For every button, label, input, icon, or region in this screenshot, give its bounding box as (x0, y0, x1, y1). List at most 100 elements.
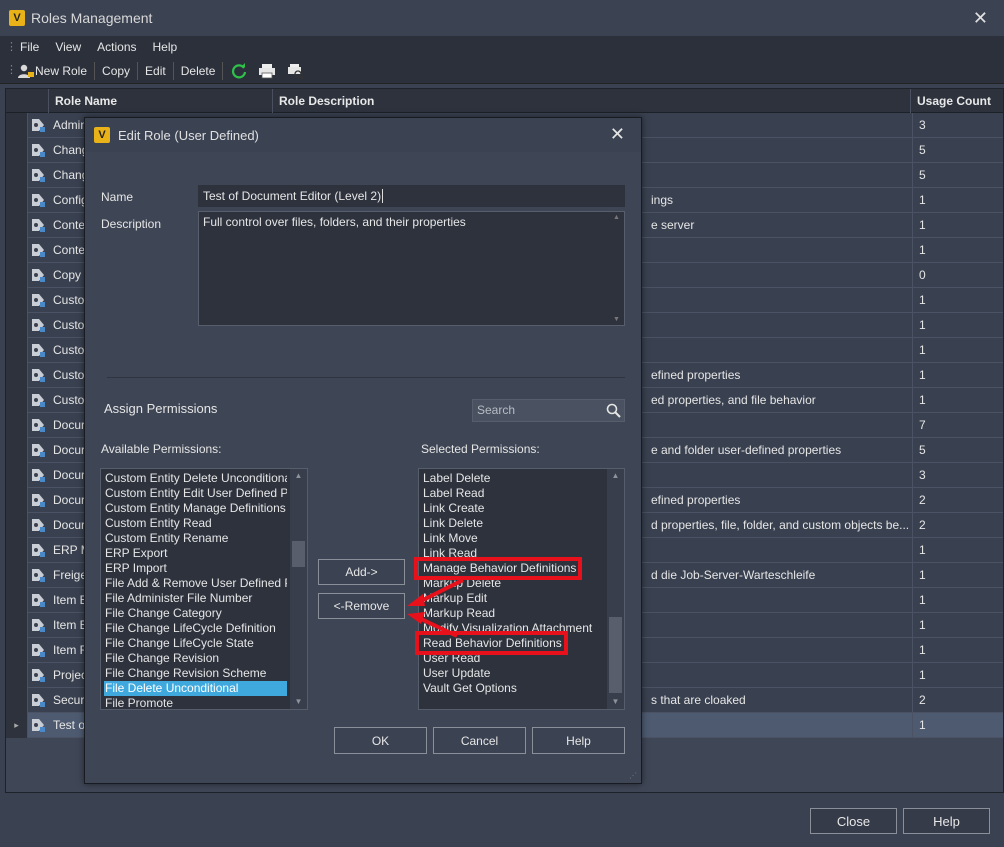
role-icon (32, 394, 45, 407)
cancel-button[interactable]: Cancel (433, 727, 526, 754)
row-selector[interactable] (6, 663, 28, 688)
dialog-close-button[interactable]: ✕ (610, 124, 625, 145)
scroll-down-icon[interactable]: ▼ (607, 695, 624, 709)
usage-count-value: 0 (919, 268, 926, 282)
scroll-up-icon[interactable]: ▲ (607, 469, 624, 483)
scroll-up-icon[interactable]: ▲ (290, 469, 307, 483)
search-icon[interactable] (606, 403, 621, 418)
role-name-cell: Custo (53, 368, 85, 382)
row-selector[interactable] (6, 688, 28, 713)
copy-button[interactable]: Copy (97, 60, 135, 82)
list-item[interactable]: Label Delete (422, 471, 605, 486)
row-selector[interactable] (6, 113, 28, 138)
row-selector[interactable] (6, 238, 28, 263)
list-item[interactable]: File Promote (104, 696, 287, 709)
list-item[interactable]: User Update (422, 666, 605, 681)
list-item[interactable]: Custom Entity Rename (104, 531, 287, 546)
role-description-cell: ed properties, and file behavior (651, 393, 816, 407)
row-selector[interactable] (6, 563, 28, 588)
list-item[interactable]: Link Move (422, 531, 605, 546)
scroll-down-icon[interactable]: ▼ (290, 695, 307, 709)
row-selector[interactable] (6, 263, 28, 288)
add-permission-button[interactable]: Add-> (318, 559, 405, 585)
row-selector[interactable] (6, 388, 28, 413)
dialog-help-button[interactable]: Help (532, 727, 625, 754)
delete-button[interactable]: Delete (176, 60, 221, 82)
usage-count-cell: 1 (912, 388, 1003, 413)
list-item[interactable]: File Administer File Number (104, 591, 287, 606)
available-permissions-label: Available Permissions: (101, 442, 222, 456)
delete-label: Delete (180, 63, 216, 78)
role-icon (32, 144, 45, 157)
list-item[interactable]: File Change LifeCycle State (104, 636, 287, 651)
row-selector[interactable] (6, 363, 28, 388)
row-selector[interactable] (6, 638, 28, 663)
row-selector[interactable] (6, 613, 28, 638)
role-icon (32, 469, 45, 482)
row-selector[interactable] (6, 513, 28, 538)
refresh-button[interactable] (225, 60, 253, 82)
list-item[interactable]: ERP Import (104, 561, 287, 576)
list-item[interactable]: Custom Entity Delete Unconditional (104, 471, 287, 486)
list-item[interactable]: File Change Revision (104, 651, 287, 666)
resize-grip-icon[interactable]: ⋰ (629, 771, 639, 781)
row-selector[interactable] (6, 338, 28, 363)
row-selector[interactable] (6, 213, 28, 238)
ok-button[interactable]: OK (334, 727, 427, 754)
menu-bar: ⋮ File View Actions Help (0, 36, 1004, 58)
row-selector[interactable] (6, 588, 28, 613)
scroll-thumb[interactable] (292, 541, 305, 567)
row-selector[interactable] (6, 438, 28, 463)
menu-file[interactable]: File (12, 40, 47, 54)
menu-view[interactable]: View (47, 40, 89, 54)
row-selector[interactable] (6, 313, 28, 338)
list-item[interactable]: File Change Category (104, 606, 287, 621)
row-selector[interactable] (6, 188, 28, 213)
list-item[interactable]: File Change Revision Scheme (104, 666, 287, 681)
column-header-role-description[interactable]: Role Description (272, 89, 912, 113)
list-item[interactable]: Label Read (422, 486, 605, 501)
new-role-button[interactable]: New Role (12, 60, 92, 82)
row-selector[interactable]: ▸ (6, 713, 28, 738)
help-button[interactable]: Help (903, 808, 990, 834)
list-item[interactable]: Link Delete (422, 516, 605, 531)
row-selector[interactable] (6, 163, 28, 188)
dialog-title: Edit Role (User Defined) (118, 127, 259, 143)
description-field[interactable]: Full control over files, folders, and th… (198, 211, 625, 326)
row-selector[interactable] (6, 413, 28, 438)
row-selector[interactable] (6, 463, 28, 488)
list-item[interactable]: File Add & Remove User Defined Propertie… (104, 576, 287, 591)
row-selector[interactable] (6, 488, 28, 513)
scroll-thumb[interactable] (609, 617, 622, 693)
role-icon (32, 519, 45, 532)
list-item[interactable]: Custom Entity Edit User Defined Properti… (104, 486, 287, 501)
column-header-role-name[interactable]: Role Name (48, 89, 272, 113)
selected-scrollbar[interactable]: ▲ ▼ (607, 469, 624, 709)
list-item[interactable]: Link Create (422, 501, 605, 516)
list-item[interactable]: Vault Get Options (422, 681, 605, 696)
window-close-button[interactable]: ✕ (973, 8, 988, 29)
print-button[interactable] (253, 60, 281, 82)
list-item[interactable]: File Delete Unconditional (104, 681, 287, 696)
search-input[interactable]: Search (472, 399, 625, 422)
row-selector[interactable] (6, 138, 28, 163)
list-item[interactable]: File Change LifeCycle Definition (104, 621, 287, 636)
description-scrollbar[interactable]: ▲ ▼ (610, 212, 624, 325)
usage-count-value: 1 (919, 318, 926, 332)
list-item[interactable]: Custom Entity Read (104, 516, 287, 531)
row-selector[interactable] (6, 538, 28, 563)
column-header-usage-count[interactable]: Usage Count (910, 89, 1003, 113)
edit-button[interactable]: Edit (140, 60, 171, 82)
available-permissions-list[interactable]: Custom Entity Delete Unconditional Custom… (100, 468, 308, 710)
name-field[interactable]: Test of Document Editor (Level 2) (198, 185, 625, 207)
remove-permission-button[interactable]: <-Remove (318, 593, 405, 619)
list-item[interactable]: Custom Entity Manage Definitions (104, 501, 287, 516)
available-scrollbar[interactable]: ▲ ▼ (290, 469, 307, 709)
list-item[interactable]: ERP Export (104, 546, 287, 561)
close-button[interactable]: Close (810, 808, 897, 834)
row-selector[interactable] (6, 288, 28, 313)
role-name-cell: Conte (53, 218, 86, 232)
menu-help[interactable]: Help (145, 40, 186, 54)
print-preview-button[interactable] (281, 60, 309, 82)
menu-actions[interactable]: Actions (89, 40, 144, 54)
